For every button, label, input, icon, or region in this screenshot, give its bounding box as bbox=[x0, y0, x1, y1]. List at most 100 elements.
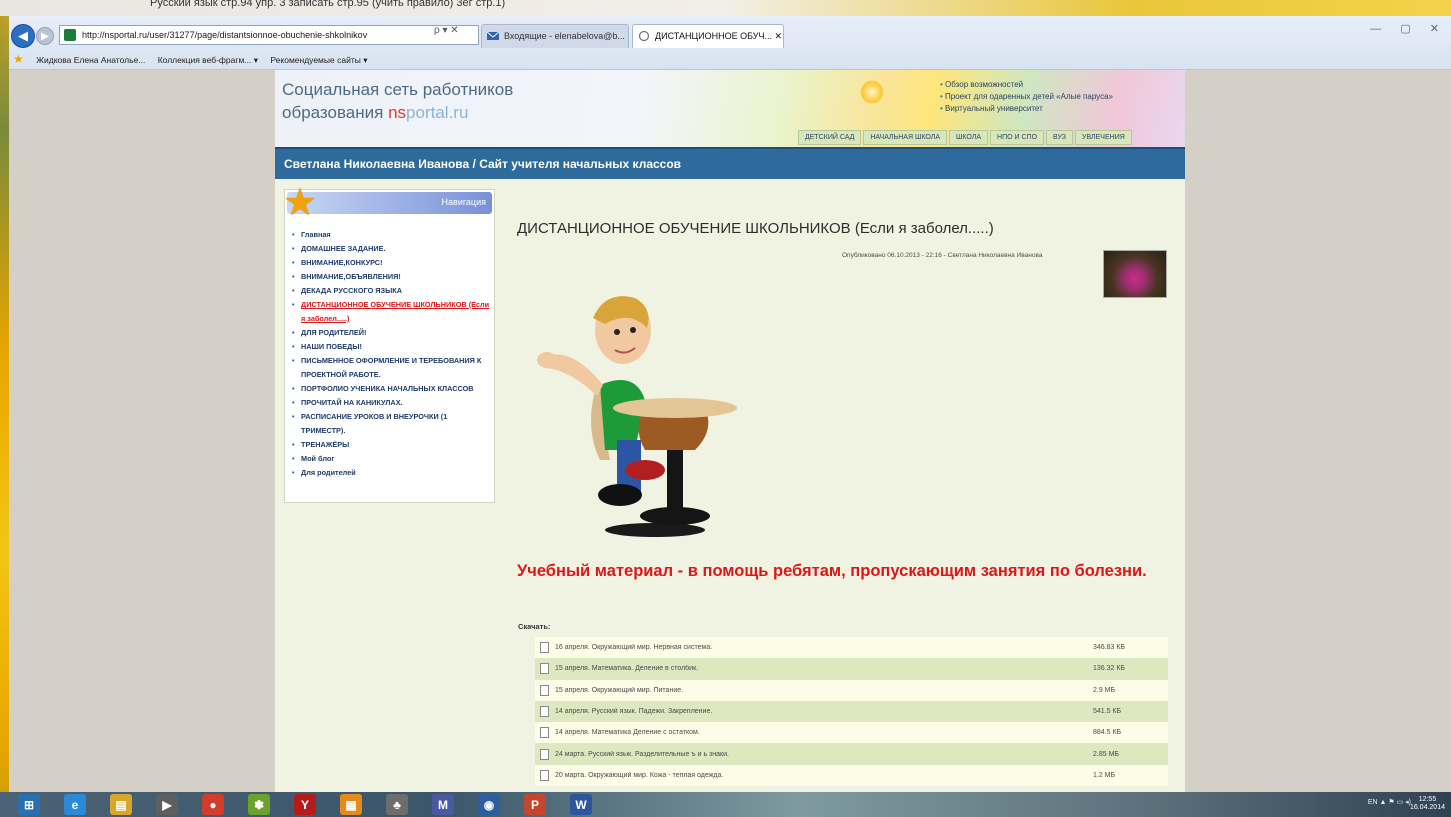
taskbar-app-icon[interactable]: ⊞ bbox=[18, 794, 40, 815]
file-icon bbox=[540, 769, 549, 781]
publish-info: Опубликовано 06.10.2013 - 22:16 - Светла… bbox=[842, 252, 1043, 259]
file-size: 541.5 КБ bbox=[1093, 708, 1122, 716]
header-link[interactable]: Обзор возможностей bbox=[940, 79, 1113, 91]
taskbar-app-icon[interactable]: M bbox=[432, 794, 454, 815]
back-button[interactable]: ◀ bbox=[11, 24, 35, 48]
site-logo-line2[interactable]: образования nsportal.ru bbox=[282, 103, 468, 123]
sidebar-item[interactable]: ВНИМАНИЕ,КОНКУРС! bbox=[291, 256, 491, 270]
nav-tab[interactable]: ДЕТСКИЙ САД bbox=[798, 130, 862, 145]
file-name[interactable]: 24 марта. Русский язык. Разделительные ъ… bbox=[555, 751, 1093, 758]
file-size: 2.85 МБ bbox=[1093, 750, 1119, 758]
taskbar-app-icon[interactable]: ◉ bbox=[478, 794, 500, 815]
header-nav: ДЕТСКИЙ САД НАЧАЛЬНАЯ ШКОЛА ШКОЛА НПО И … bbox=[798, 130, 1132, 145]
sidebar-item[interactable]: ДЕКАДА РУССКОГО ЯЗЫКА bbox=[291, 284, 491, 298]
sidebar-item[interactable]: ДОМАШНЕЕ ЗАДАНИЕ. bbox=[291, 242, 491, 256]
site-favicon-icon bbox=[64, 29, 76, 41]
sidebar-item[interactable]: Главная bbox=[291, 228, 491, 242]
browser-tab-active[interactable]: ДИСТАНЦИОННОЕ ОБУЧ... ✕ bbox=[632, 24, 784, 48]
nav-tab[interactable]: ШКОЛА bbox=[949, 130, 989, 145]
page-title: ДИСТАНЦИОННОЕ ОБУЧЕНИЕ ШКОЛЬНИКОВ (Если … bbox=[517, 220, 994, 237]
file-row[interactable]: 24 марта. Русский язык. Разделительные ъ… bbox=[535, 743, 1168, 765]
taskbar-app-icon[interactable]: e bbox=[64, 794, 86, 815]
taskbar-app-icon[interactable]: ▦ bbox=[340, 794, 362, 815]
browser-tab-mail[interactable]: Входящие - elenabelova@b... bbox=[481, 24, 629, 48]
clock-date: 16.04.2014 bbox=[1409, 804, 1445, 811]
sidebar-nav: Главная ДОМАШНЕЕ ЗАДАНИЕ. ВНИМАНИЕ,КОНКУ… bbox=[291, 228, 491, 480]
file-row[interactable]: 20 марта. Окружающий мир. Кожа - теплая … bbox=[535, 764, 1168, 787]
schoolboy-at-desk-illustration bbox=[537, 296, 737, 537]
background-window-strip: Русский язык стр.94 упр. 3 записать стр.… bbox=[0, 0, 1451, 16]
clock[interactable]: 12:55 16.04.2014 bbox=[1410, 796, 1445, 812]
taskbar: ⊞ e ▤ ▶ ● ✽ Y ▦ ♣ M ◉ P W EN ▲ ⚑ ▭ ◂) 12:55 16.04.20… bbox=[0, 792, 1451, 817]
sun-decoration bbox=[860, 80, 884, 104]
nav-tab[interactable]: НПО И СПО bbox=[990, 130, 1045, 145]
file-name[interactable]: 14 апреля. Математика Деление с остатком… bbox=[555, 729, 1093, 736]
sidebar-item-active[interactable]: ДИСТАНЦИОННОЕ ОБУЧЕНИЕ ШКОЛЬНИКОВ (Если … bbox=[291, 298, 491, 326]
file-name[interactable]: 16 апреля. Окружающий мир. Нервная систе… bbox=[555, 644, 1093, 651]
site-header: Социальная сеть работников образования n… bbox=[275, 70, 1185, 147]
taskbar-app-icon[interactable]: ♣ bbox=[386, 794, 408, 815]
favorite-item[interactable]: Коллекция веб-фрагм... ▾ bbox=[158, 51, 258, 69]
browser-tab-label: ДИСТАНЦИОННОЕ ОБУЧ... ✕ bbox=[655, 31, 783, 41]
taskbar-app-icon[interactable]: Y bbox=[294, 794, 316, 815]
file-row[interactable]: 14 апреля. Математика Деление с остатком… bbox=[535, 722, 1168, 744]
sidebar-item[interactable]: ПРОЧИТАЙ НА КАНИКУЛАХ. bbox=[291, 396, 491, 410]
favorites-bar: ★ Жидкова Елена Анатолье... Коллекция ве… bbox=[9, 50, 1451, 68]
forward-button[interactable]: ▶ bbox=[36, 27, 54, 45]
taskbar-app-icon[interactable]: ✽ bbox=[248, 794, 270, 815]
taskbar-app-icon[interactable]: P bbox=[524, 794, 546, 815]
favorite-item[interactable]: Рекомендуемые сайты ▾ bbox=[270, 51, 367, 69]
sidebar-item[interactable]: Мой блог bbox=[291, 452, 491, 466]
address-url: http://nsportal.ru/user/31277/page/dista… bbox=[82, 30, 368, 40]
taskbar-app-icon[interactable]: W bbox=[570, 794, 592, 815]
system-tray[interactable]: EN ▲ ⚑ ▭ ◂) bbox=[1368, 798, 1411, 806]
favorites-star-icon[interactable]: ★ bbox=[13, 50, 24, 68]
nav-tab[interactable]: УВЛЕЧЕНИЯ bbox=[1075, 130, 1132, 145]
address-bar[interactable]: http://nsportal.ru/user/31277/page/dista… bbox=[59, 25, 479, 45]
file-row[interactable]: 15 апреля. Окружающий мир. Питание. 2.9 М… bbox=[535, 679, 1168, 701]
clock-time: 12:55 bbox=[1418, 796, 1437, 803]
content-headline: Учебный материал - в помощь ребятам, про… bbox=[517, 562, 1147, 580]
file-name[interactable]: 20 марта. Окружающий мир. Кожа - теплая … bbox=[555, 772, 1093, 779]
nav-tab[interactable]: НАЧАЛЬНАЯ ШКОЛА bbox=[863, 130, 947, 145]
user-site-link[interactable]: Светлана Николаевна Иванова / Сайт учите… bbox=[284, 157, 681, 171]
favorite-item[interactable]: Жидкова Елена Анатолье... bbox=[36, 51, 145, 69]
site-logo-line1[interactable]: Социальная сеть работников bbox=[282, 80, 513, 100]
sidebar-item[interactable]: РАСПИСАНИЕ УРОКОВ И ВНЕУРОЧКИ (1 ТРИМЕСТ… bbox=[291, 410, 491, 438]
sidebar: Навигация ★ Главная ДОМАШНЕЕ ЗАДАНИЕ. ВН… bbox=[283, 184, 495, 503]
file-size: 136.32 КБ bbox=[1093, 665, 1126, 673]
file-name[interactable]: 15 апреля. Математика. Деление в столбик… bbox=[555, 665, 1093, 672]
sidebar-header: Навигация bbox=[287, 192, 492, 214]
user-bar: Светлана Николаевна Иванова / Сайт учите… bbox=[275, 147, 1185, 179]
file-list: 16 апреля. Окружающий мир. Нервная систе… bbox=[535, 637, 1168, 787]
sidebar-item[interactable]: Для родителей bbox=[291, 466, 491, 480]
nav-tab[interactable]: ВУЗ bbox=[1046, 130, 1073, 145]
sidebar-item[interactable]: ДЛЯ РОДИТЕЛЕЙ! bbox=[291, 326, 491, 340]
file-row[interactable]: 16 апреля. Окружающий мир. Нервная систе… bbox=[535, 637, 1168, 659]
sidebar-item[interactable]: ТРЕНАЖЁРЫ bbox=[291, 438, 491, 452]
header-link[interactable]: Виртуальный университет bbox=[940, 103, 1113, 115]
file-size: 1.2 МБ bbox=[1093, 771, 1116, 779]
taskbar-app-icon[interactable]: ▤ bbox=[110, 794, 132, 815]
header-links: Обзор возможностей Проект для одаренных … bbox=[940, 79, 1113, 115]
file-icon bbox=[540, 748, 549, 760]
taskbar-app-icon[interactable]: ▶ bbox=[156, 794, 178, 815]
file-name[interactable]: 15 апреля. Окружающий мир. Питание. bbox=[555, 687, 1093, 694]
taskbar-app-icon[interactable]: ● bbox=[202, 794, 224, 815]
sidebar-item[interactable]: ПОРТФОЛИО УЧЕНИКА НАЧАЛЬНЫХ КЛАССОВ bbox=[291, 382, 491, 396]
address-controls[interactable]: ρ ▾ ✕ bbox=[434, 25, 459, 36]
logo-text: образования bbox=[282, 103, 389, 122]
file-name[interactable]: 14 апреля. Русский язык. Падежи. Закрепл… bbox=[555, 708, 1093, 715]
file-row[interactable]: 15 апреля. Математика. Деление в столбик… bbox=[535, 658, 1168, 680]
web-page: Социальная сеть работников образования n… bbox=[275, 70, 1185, 792]
sidebar-item[interactable]: НАШИ ПОБЕДЫ! bbox=[291, 340, 491, 354]
sidebar-item[interactable]: ПИСЬМЕННОЕ ОФОРМЛЕНИЕ И ТЕРЕБОВАНИЯ К ПР… bbox=[291, 354, 491, 382]
star-icon: ★ bbox=[283, 182, 318, 224]
logo-ns: ns bbox=[388, 103, 407, 122]
author-avatar[interactable] bbox=[1103, 250, 1167, 298]
sidebar-item[interactable]: ВНИМАНИЕ,ОБЪЯВЛЕНИЯ! bbox=[291, 270, 491, 284]
window-controls[interactable]: — ▢ ✕ bbox=[1370, 22, 1447, 35]
header-link[interactable]: Проект для одаренных детей «Алые паруса» bbox=[940, 91, 1113, 103]
file-icon bbox=[540, 684, 549, 696]
file-row[interactable]: 14 апреля. Русский язык. Падежи. Закрепл… bbox=[535, 700, 1168, 723]
